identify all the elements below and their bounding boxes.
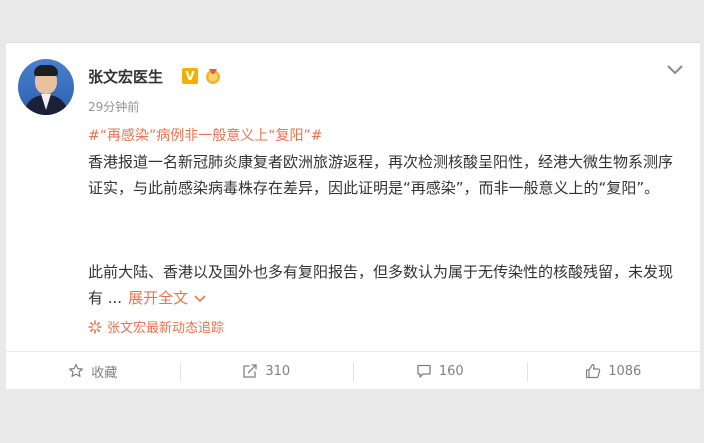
repost-icon	[243, 364, 257, 378]
like-button[interactable]: 1086	[526, 352, 701, 390]
comment-count: 160	[438, 363, 464, 379]
tracker-link[interactable]: 张文宏最新动态追踪	[88, 317, 224, 336]
medal-icon	[206, 69, 220, 84]
repost-button[interactable]: 310	[179, 352, 354, 390]
post-paragraph-1: 香港报道一名新冠肺炎康复者欧洲旅游返程，再次检测核酸呈阳性，经港大微生物系测序证…	[88, 153, 674, 197]
topic-hashtag[interactable]: #“再感染”病例非一般意义上“复阳”#	[88, 125, 322, 145]
post-timestamp[interactable]: 29分钟前	[88, 98, 139, 115]
expand-chevron-icon[interactable]	[194, 294, 206, 304]
verified-v-icon: V	[182, 68, 198, 84]
star-icon	[69, 363, 84, 377]
thumbs-up-icon	[586, 363, 601, 379]
favorite-label: 收藏	[91, 365, 118, 381]
author-name[interactable]: 张文宏医生	[88, 66, 163, 87]
tracker-label: 张文宏最新动态追踪	[107, 321, 225, 336]
avatar[interactable]	[18, 59, 74, 115]
comment-button[interactable]: 160	[353, 352, 527, 390]
repost-count: 310	[265, 363, 291, 379]
expand-full-text-link[interactable]: 展开全文	[128, 289, 188, 307]
chevron-down-icon[interactable]	[666, 63, 684, 77]
action-toolbar: 收藏 310 160 1086	[6, 351, 700, 390]
burst-icon	[88, 320, 102, 334]
favorite-button[interactable]: 收藏	[6, 352, 180, 390]
like-count: 1086	[608, 363, 642, 379]
weibo-post-card: 张文宏医生 V 29分钟前 #“再感染”病例非一般意义上“复阳”# 香港报道一名…	[6, 42, 700, 389]
comment-icon	[417, 364, 431, 378]
post-paragraph-2: 此前大陆、香港以及国外也多有复阳报告，但多数认为属于无传染性的核酸残留，未发现有…	[88, 259, 678, 311]
